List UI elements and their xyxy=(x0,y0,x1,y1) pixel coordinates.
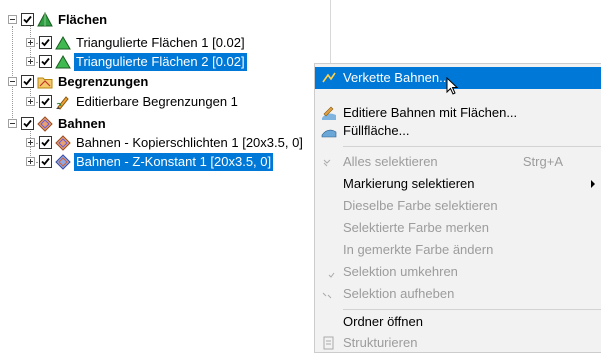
visibility-checkbox[interactable] xyxy=(39,95,52,108)
tree-node-flaechen[interactable]: Flächen xyxy=(8,10,109,29)
tree-label: Triangulierte Flächen 1 [0.02] xyxy=(76,34,245,50)
menu-item-strukturieren[interactable]: Strukturieren xyxy=(315,332,601,354)
tree-node-item[interactable]: Bahnen - Kopierschlichten 1 [20x3.5, 0] xyxy=(26,133,305,152)
tree-label: Flächen xyxy=(58,11,108,27)
toolpath-icon xyxy=(37,115,53,132)
tree-label-selected: Bahnen - Z-Konstant 1 [20x3.5, 0] xyxy=(74,152,274,171)
boundary-folder-icon xyxy=(37,74,53,90)
expand-toggle[interactable] xyxy=(26,57,35,66)
tree-node-item[interactable]: Triangulierte Flächen 1 [0.02] xyxy=(26,33,247,52)
visibility-checkbox[interactable] xyxy=(39,155,52,168)
tree-label: Bahnen xyxy=(58,115,106,131)
menu-item-farbe-aendern[interactable]: In gemerkte Farbe ändern xyxy=(315,239,601,261)
visibility-checkbox[interactable] xyxy=(39,55,52,68)
menu-item-dieselbe-farbe[interactable]: Dieselbe Farbe selektieren xyxy=(315,195,601,217)
tree-label-selected: Triangulierte Flächen 2 [0.02] xyxy=(74,52,247,71)
deselect-icon xyxy=(321,286,337,302)
toolpath-icon xyxy=(55,134,71,151)
tree-panel: Flächen Triangulierte Flächen 1 [0.02] T… xyxy=(0,0,330,343)
triangle-surface-icon xyxy=(37,11,53,28)
visibility-checkbox[interactable] xyxy=(39,36,52,49)
menu-item-ordner-oeffnen[interactable]: Ordner öffnen xyxy=(315,311,601,333)
select-all-icon xyxy=(321,154,337,170)
expand-toggle[interactable] xyxy=(26,157,35,166)
invert-selection-icon xyxy=(321,264,337,280)
submenu-arrow-icon xyxy=(591,180,595,188)
visibility-checkbox[interactable] xyxy=(21,75,34,88)
mouse-pointer-icon xyxy=(446,77,459,95)
tree-label: Editierbare Begrenzungen 1 xyxy=(76,93,238,109)
visibility-checkbox[interactable] xyxy=(39,136,52,149)
tree-label: Bahnen - Kopierschlichten 1 [20x3.5, 0] xyxy=(76,134,303,150)
collapse-toggle[interactable] xyxy=(8,15,17,24)
menu-item-alles-selektieren[interactable]: Alles selektieren Strg+A xyxy=(315,151,601,173)
menu-item-fuellflaeche[interactable]: Füllfläche... xyxy=(315,120,601,142)
menu-separator xyxy=(343,309,601,310)
fill-surface-icon xyxy=(321,123,337,139)
visibility-checkbox[interactable] xyxy=(21,13,34,26)
structure-icon xyxy=(321,335,337,351)
expand-toggle[interactable] xyxy=(26,97,35,106)
tree-label: Begrenzungen xyxy=(58,73,149,89)
collapse-toggle[interactable] xyxy=(8,119,17,128)
expand-toggle[interactable] xyxy=(26,138,35,147)
edit-toolpath-surface-icon xyxy=(321,105,337,121)
expand-toggle[interactable] xyxy=(26,38,35,47)
tree-node-bahnen[interactable]: Bahnen xyxy=(8,114,108,133)
menu-separator xyxy=(343,146,601,147)
tree-node-item[interactable]: Triangulierte Flächen 2 [0.02] xyxy=(26,52,247,71)
collapse-toggle[interactable] xyxy=(8,77,17,86)
chain-toolpath-icon xyxy=(321,70,337,86)
menu-item-markierung-selektieren[interactable]: Markierung selektieren xyxy=(315,173,601,195)
triangle-surface-icon xyxy=(55,35,71,51)
menu-item-selektion-aufheben[interactable]: Selektion aufheben xyxy=(315,283,601,305)
visibility-checkbox[interactable] xyxy=(21,117,34,130)
tree-node-item[interactable]: Editierbare Begrenzungen 1 xyxy=(26,92,240,111)
tree-node-begrenzungen[interactable]: Begrenzungen xyxy=(8,72,150,91)
pencil-boundary-icon xyxy=(55,94,71,110)
shortcut-label: Strg+A xyxy=(522,154,563,169)
menu-item-farbe-merken[interactable]: Selektierte Farbe merken xyxy=(315,217,601,239)
menu-item-selektion-umkehren[interactable]: Selektion umkehren xyxy=(315,261,601,283)
toolpath-icon xyxy=(55,153,71,170)
context-menu: Verkette Bahnen... Editiere Bahnen mit F… xyxy=(314,63,601,353)
triangle-surface-icon xyxy=(55,54,71,70)
tree-node-item[interactable]: Bahnen - Z-Konstant 1 [20x3.5, 0] xyxy=(26,152,274,171)
